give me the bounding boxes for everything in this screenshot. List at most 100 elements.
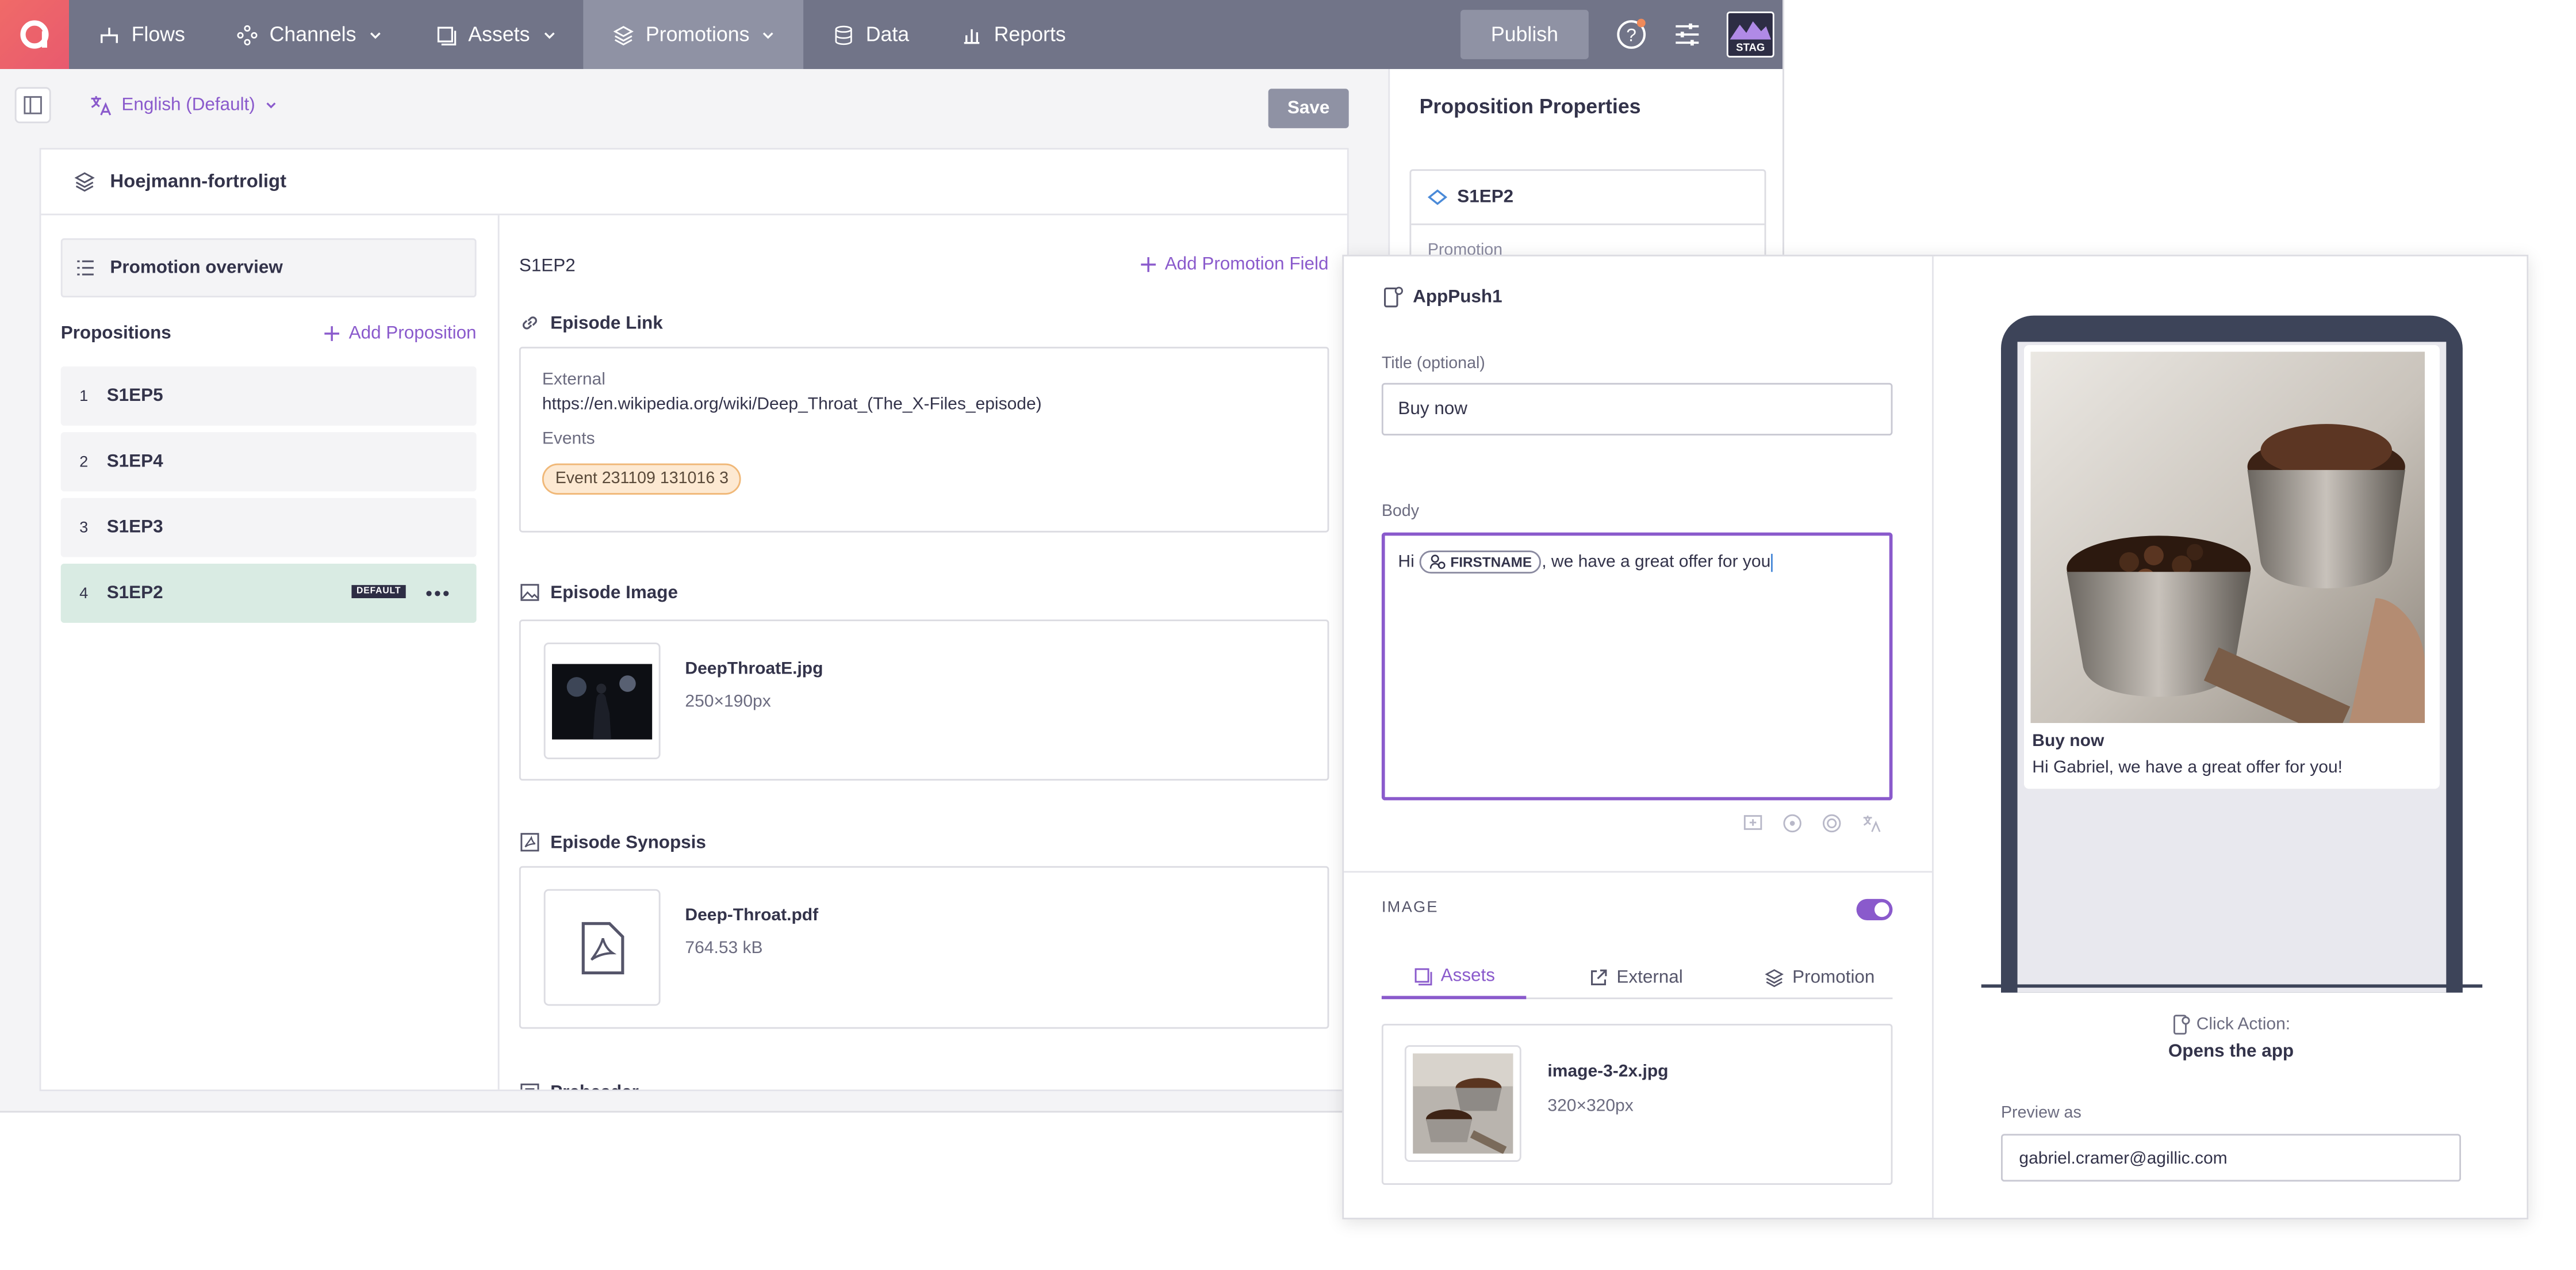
phone-frame: Buy now Hi Gabriel, we have a great offe… (2001, 315, 2463, 993)
image-toggle[interactable] (1856, 898, 1893, 920)
app-push-name: AppPush1 (1413, 288, 1502, 308)
click-action-label: Click Action: (1935, 1014, 2527, 1035)
event-chip[interactable]: Event 231109 131016 3 (542, 462, 742, 495)
body-input[interactable]: Hi FIRSTNAME , we have a great offer for… (1381, 532, 1893, 801)
propositions-pane: Promotion overview Propositions Add Prop… (41, 215, 500, 1090)
nav-assets[interactable]: Assets (419, 0, 584, 69)
nav-promotions-label: Promotions (645, 23, 750, 46)
tab-external[interactable]: External (1589, 955, 1683, 999)
episode-link-label: Episode Link (550, 313, 663, 333)
text-field-icon (520, 1083, 539, 1090)
phone-screen: Buy now Hi Gabriel, we have a great offe… (2017, 342, 2447, 993)
synopsis-file-thumbnail[interactable] (543, 889, 661, 1006)
chevron-down-icon (370, 31, 381, 39)
episode-url[interactable]: https://en.wikipedia.org/wiki/Deep_Throa… (542, 395, 1042, 414)
nav-flows[interactable]: Flows (82, 0, 197, 69)
proposition-number: 3 (79, 518, 89, 537)
episode-link-box: External https://en.wikipedia.org/wiki/D… (519, 346, 1329, 533)
title-input[interactable]: Buy now (1381, 382, 1893, 436)
language-selector[interactable]: English (Default) (89, 94, 278, 117)
add-proposition-button[interactable]: Add Proposition (324, 324, 477, 343)
layers-icon (74, 172, 95, 192)
preview-as-input[interactable]: gabriel.cramer@agillic.com (2001, 1134, 2461, 1182)
image-source-tabs: Assets External Promotion (1381, 955, 1893, 1000)
environment-badge[interactable]: STAG (1726, 12, 1774, 58)
translate-icon (91, 96, 112, 116)
proposition-item[interactable]: 2 S1EP4 (60, 432, 477, 492)
proposition-item[interactable]: 1 S1EP5 (60, 366, 477, 426)
layers-icon (613, 25, 634, 45)
divider (1344, 871, 1932, 873)
proposition-item-selected[interactable]: 4 S1EP2 DEFAULT ••• (60, 564, 477, 623)
app-push-editor: AppPush1 Title (optional) Buy now Body H… (1344, 256, 1934, 1218)
nav-channels[interactable]: Channels (220, 0, 401, 69)
episode-image-thumbnail[interactable] (543, 642, 661, 759)
firstname-token[interactable]: FIRSTNAME (1419, 550, 1542, 574)
proposition-item[interactable]: 3 S1EP3 (60, 498, 477, 557)
publish-button[interactable]: Publish (1460, 10, 1589, 59)
nav-reports[interactable]: Reports (945, 0, 1092, 69)
propositions-header: Propositions Add Proposition (61, 317, 477, 350)
assets-icon (437, 26, 457, 45)
firstname-token-label: FIRSTNAME (1450, 553, 1532, 570)
nav-reports-label: Reports (994, 23, 1066, 46)
promotion-overview-item[interactable]: Promotion overview (60, 238, 477, 298)
more-options-icon[interactable]: ••• (425, 582, 451, 605)
asset-size: 320×320px (1547, 1096, 1634, 1116)
default-badge: DEFAULT (351, 585, 406, 598)
app-push-editor-overlay: AppPush1 Title (optional) Buy now Body H… (1342, 254, 2529, 1219)
help-button[interactable]: ? (1615, 18, 1648, 51)
proposition-properties-title: Proposition Properties (1419, 95, 1641, 118)
insert-field-icon[interactable] (1743, 813, 1762, 831)
translate-icon[interactable] (1861, 813, 1881, 833)
save-button[interactable]: Save (1268, 89, 1349, 128)
add-promotion-field-button[interactable]: Add Promotion Field (1140, 254, 1329, 275)
tab-promotion[interactable]: Promotion (1765, 955, 1874, 999)
asset-thumbnail[interactable] (1404, 1045, 1521, 1162)
diamond-icon (1427, 189, 1448, 205)
external-label: External (542, 369, 605, 390)
preview-as-label: Preview as (2001, 1104, 2082, 1123)
text-cursor (1770, 553, 1773, 572)
asset-filename: image-3-2x.jpg (1547, 1061, 1669, 1081)
episode-image-title: Episode Image (519, 582, 678, 603)
body-toolbar (1743, 813, 1881, 833)
tab-assets[interactable]: Assets (1381, 955, 1527, 1000)
add-promotion-field-label: Add Promotion Field (1164, 254, 1329, 275)
nav-flows-label: Flows (131, 23, 185, 46)
pdf-file-icon (520, 833, 539, 852)
settings-button[interactable] (1673, 20, 1702, 49)
plus-icon (1141, 257, 1156, 272)
preheader-label: Preheader (550, 1082, 639, 1089)
notification-body: Hi Gabriel, we have a great offer for yo… (2032, 758, 2343, 778)
preheader-title: Preheader (519, 1081, 639, 1090)
emoji-icon[interactable] (1782, 813, 1802, 833)
nav-assets-label: Assets (468, 23, 530, 46)
body-prefix: Hi (1398, 552, 1414, 572)
nav-data-label: Data (865, 23, 910, 46)
proposition-properties-item[interactable]: S1EP2 (1411, 171, 1765, 225)
nav-promotions[interactable]: Promotions (583, 0, 804, 69)
episode-synopsis-box: Deep-Throat.pdf 764.53 kB (519, 866, 1329, 1029)
svg-text:?: ? (1626, 25, 1636, 45)
ai-assist-icon[interactable] (1822, 813, 1842, 833)
propositions-title: Propositions (60, 323, 171, 344)
synopsis-size: 764.53 kB (685, 938, 763, 958)
channels-icon (237, 24, 258, 45)
nav-data[interactable]: Data (816, 0, 931, 69)
sidebar-toggle-button[interactable] (14, 87, 51, 124)
logo[interactable] (0, 0, 69, 69)
proposition-label: S1EP4 (106, 452, 163, 472)
chevron-down-icon (267, 102, 277, 109)
pdf-icon (581, 921, 624, 974)
episode-synopsis-title: Episode Synopsis (519, 832, 706, 853)
tab-assets-label: Assets (1440, 965, 1495, 985)
synopsis-filename: Deep-Throat.pdf (685, 905, 819, 925)
image-icon (520, 584, 539, 601)
assets-icon (1414, 967, 1432, 985)
coffee-image-preview (1413, 1053, 1513, 1154)
sidebar-icon (24, 96, 42, 114)
proposition-label: S1EP5 (106, 386, 163, 406)
add-proposition-label: Add Proposition (348, 323, 477, 344)
layers-icon (1765, 968, 1784, 986)
